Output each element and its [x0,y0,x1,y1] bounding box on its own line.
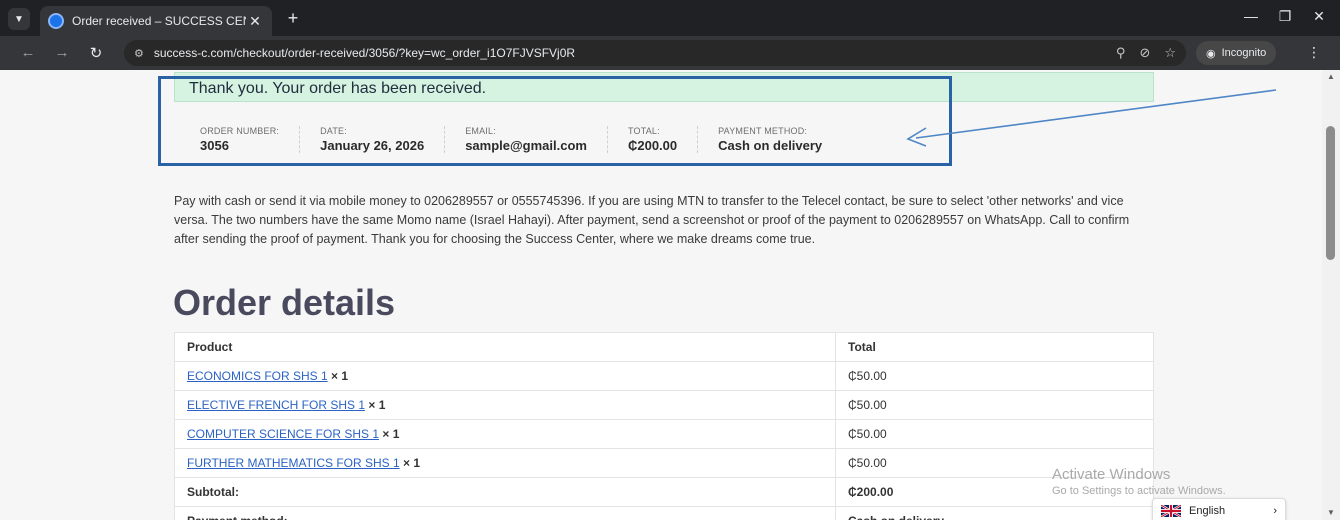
payment-method-row: Payment method: Cash on delivery [174,506,1154,520]
table-header-row: Product Total [174,332,1154,362]
product-total: ₵50.00 [835,390,1154,420]
product-cell: COMPUTER SCIENCE FOR SHS 1 × 1 [174,419,836,449]
address-bar[interactable]: ⚙ success-c.com/checkout/order-received/… [124,40,1186,66]
uk-flag-icon [1161,505,1181,517]
payment-method-value: Cash on delivery [835,506,1154,520]
minimize-icon[interactable]: — [1240,8,1262,24]
header-total: Total [835,332,1154,362]
browser-tab[interactable]: Order received – SUCCESS CEN ✕ [40,6,272,36]
close-tab-icon[interactable]: ✕ [246,13,264,30]
payment-method-label: Payment method: [174,506,836,520]
reload-icon[interactable]: ↻ [86,44,106,62]
chevron-right-icon: › [1273,505,1277,517]
browser-menu-icon[interactable]: ⋮ [1306,44,1322,61]
table-row: ELECTIVE FRENCH FOR SHS 1 × 1 ₵50.00 [174,390,1154,420]
table-row: FURTHER MATHEMATICS FOR SHS 1 × 1 ₵50.00 [174,448,1154,478]
site-info-icon[interactable]: ⚙ [134,47,144,60]
table-row: COMPUTER SCIENCE FOR SHS 1 × 1 ₵50.00 [174,419,1154,449]
product-quantity: × 1 [403,456,421,470]
page-scrollbar[interactable]: ▲ ▼ [1322,70,1340,520]
product-quantity: × 1 [368,398,386,412]
language-switcher[interactable]: English › [1152,498,1286,520]
url-text: success-c.com/checkout/order-received/30… [153,46,576,60]
product-link[interactable]: COMPUTER SCIENCE FOR SHS 1 [187,427,379,441]
product-quantity: × 1 [331,369,349,383]
language-label: English [1189,505,1226,517]
watermark-title: Activate Windows [1052,466,1171,483]
close-window-icon[interactable]: ✕ [1308,8,1330,25]
incognito-icon: ◉ [1206,47,1216,60]
header-product: Product [174,332,836,362]
product-link[interactable]: ELECTIVE FRENCH FOR SHS 1 [187,398,365,412]
page-content: Thank you. Your order has been received.… [0,70,1322,520]
scroll-up-arrow-icon[interactable]: ▲ [1322,70,1340,84]
product-cell: ELECTIVE FRENCH FOR SHS 1 × 1 [174,390,836,420]
product-cell: FURTHER MATHEMATICS FOR SHS 1 × 1 [174,448,836,478]
product-total: ₵50.00 [835,361,1154,391]
product-cell: ECONOMICS FOR SHS 1 × 1 [174,361,836,391]
product-link[interactable]: ECONOMICS FOR SHS 1 [187,369,328,383]
back-arrow-icon[interactable]: ← [18,44,38,61]
browser-toolbar: ← → ↻ ⚙ success-c.com/checkout/order-rec… [0,36,1340,70]
windows-activation-watermark: Activate Windows Go to Settings to activ… [1052,466,1226,497]
forward-arrow-icon[interactable]: → [52,44,72,61]
order-details-table: Product Total ECONOMICS FOR SHS 1 × 1 ₵5… [174,332,1154,520]
payment-instructions: Pay with cash or send it via mobile mone… [174,194,1130,246]
browser-tab-bar: ▼ Order received – SUCCESS CEN ✕ + — ❐ ✕ [0,0,1340,36]
watermark-subtitle: Go to Settings to activate Windows. [1052,485,1226,497]
zoom-icon[interactable]: ⚲ [1116,45,1126,61]
incognito-badge[interactable]: ◉ Incognito [1196,41,1277,65]
site-favicon-icon [48,13,64,29]
product-quantity: × 1 [382,427,400,441]
subtotal-row: Subtotal: ₵200.00 [174,477,1154,507]
tab-title: Order received – SUCCESS CEN [72,14,246,28]
new-tab-plus-icon[interactable]: + [282,8,304,28]
incognito-label: Incognito [1221,47,1267,59]
scrollbar-thumb[interactable] [1326,126,1335,260]
table-row: ECONOMICS FOR SHS 1 × 1 ₵50.00 [174,361,1154,391]
subtotal-label: Subtotal: [174,477,836,507]
bookmark-star-icon[interactable]: ☆ [1164,45,1176,61]
tab-search-chevron-icon[interactable]: ▼ [8,8,30,30]
scroll-down-arrow-icon[interactable]: ▼ [1322,506,1340,520]
eye-slash-icon[interactable]: ⊘ [1139,45,1150,61]
product-total: ₵50.00 [835,419,1154,449]
order-details-title: Order details [173,282,396,323]
restore-window-icon[interactable]: ❐ [1274,8,1296,25]
annotation-highlight-box [158,76,952,166]
product-link[interactable]: FURTHER MATHEMATICS FOR SHS 1 [187,456,400,470]
